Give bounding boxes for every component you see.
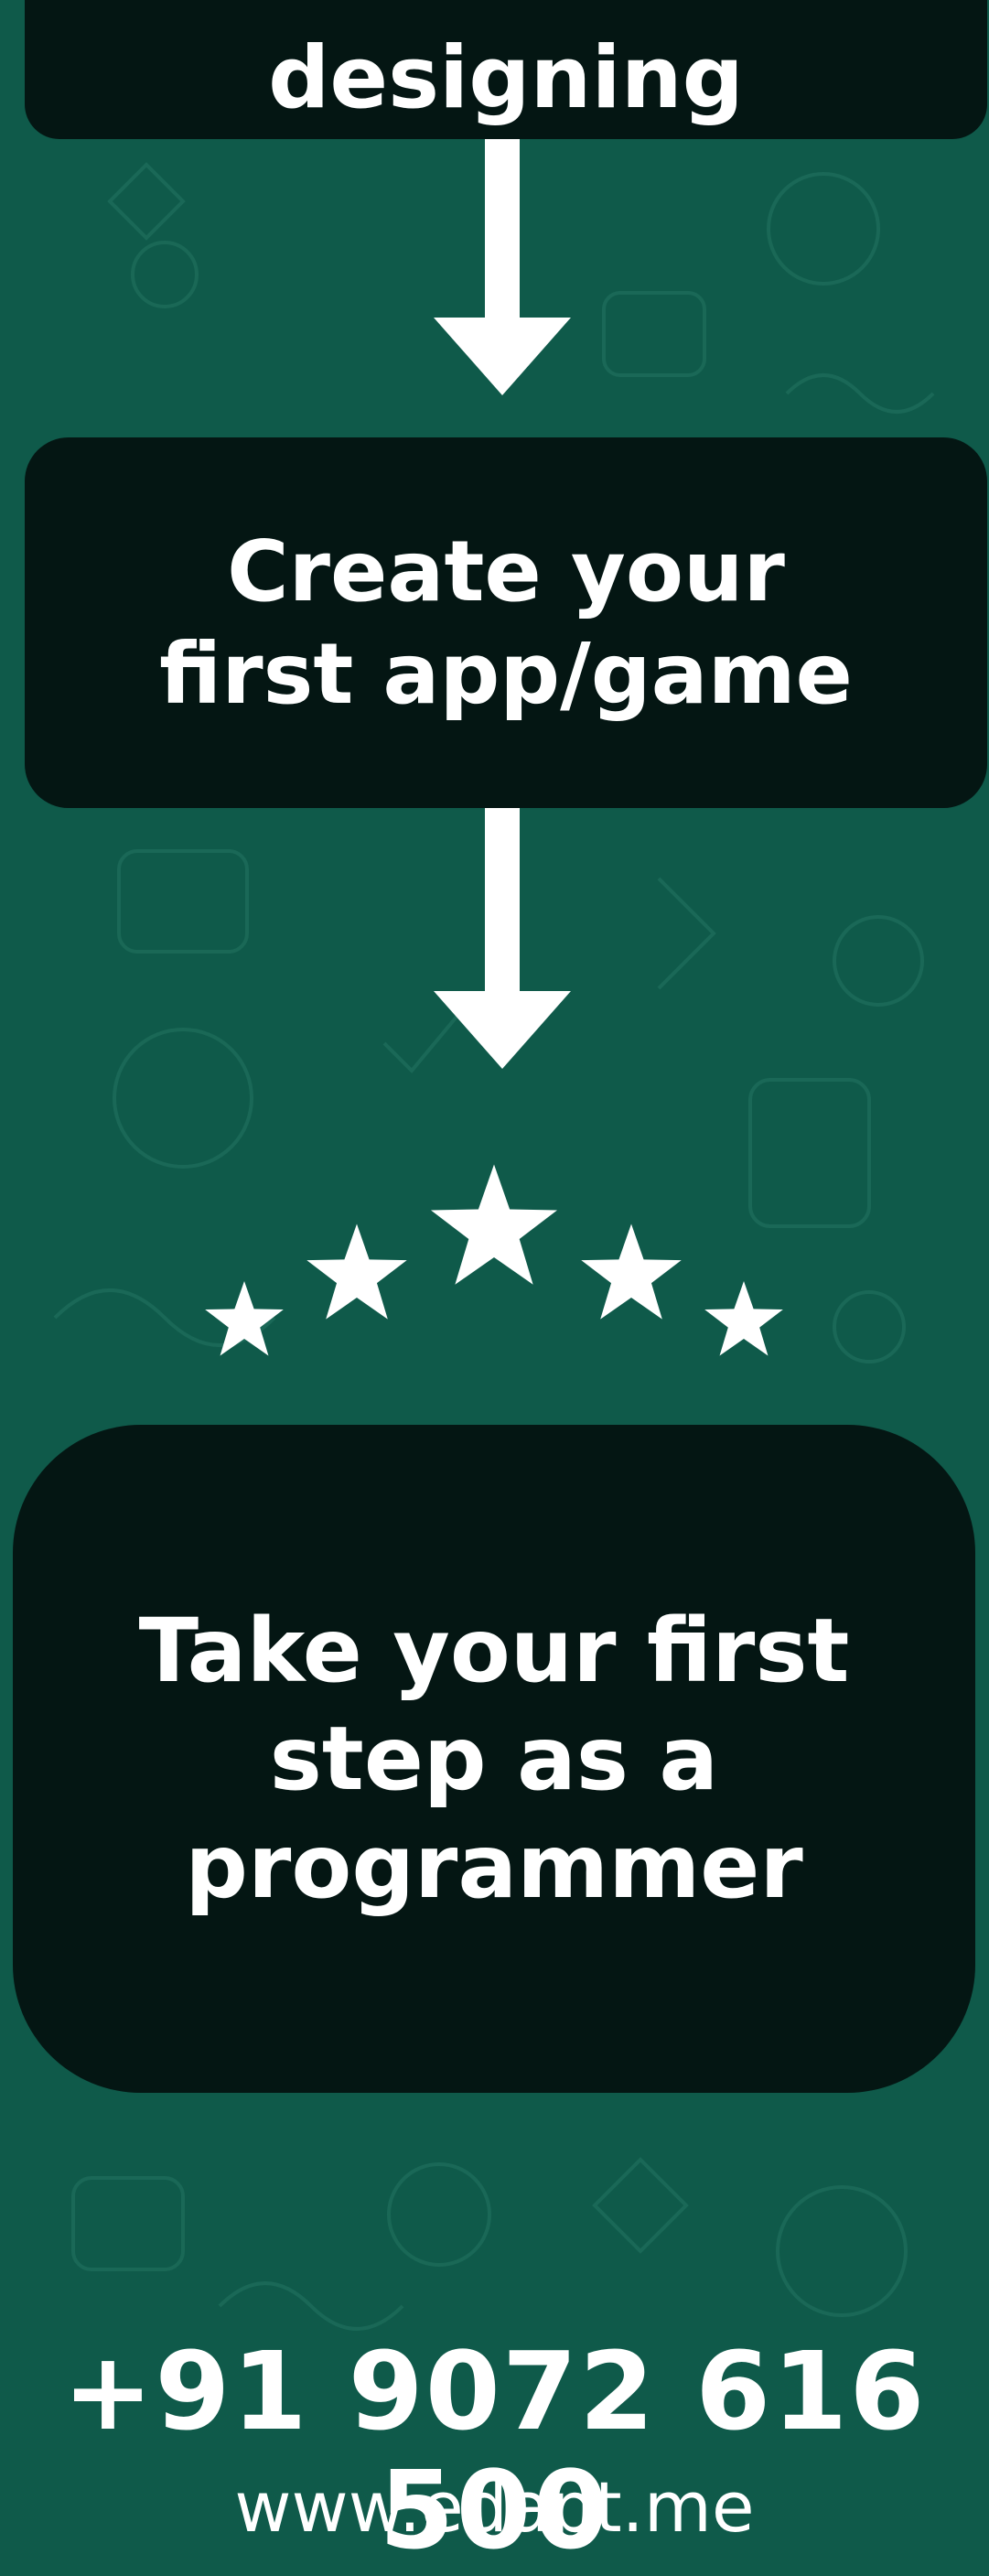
step-card-programmer: Take your first step as a programmer — [13, 1425, 975, 2093]
step-text: Create your first app/game — [159, 522, 853, 723]
star-icon — [581, 1223, 682, 1320]
step-card-designing: designing — [25, 0, 987, 139]
arrow-down-icon — [434, 139, 571, 395]
star-icon — [704, 1281, 783, 1356]
website-link[interactable]: www.edapt.me — [0, 2466, 989, 2549]
step-text: designing — [268, 28, 744, 128]
star-icon — [306, 1223, 407, 1320]
star-icon — [430, 1164, 558, 1285]
step-text: Take your first step as a programmer — [138, 1600, 850, 1918]
rating-stars — [205, 1164, 783, 1356]
step-card-create-app: Create your first app/game — [25, 437, 987, 808]
arrow-down-icon — [434, 808, 571, 1069]
star-icon — [205, 1281, 284, 1356]
